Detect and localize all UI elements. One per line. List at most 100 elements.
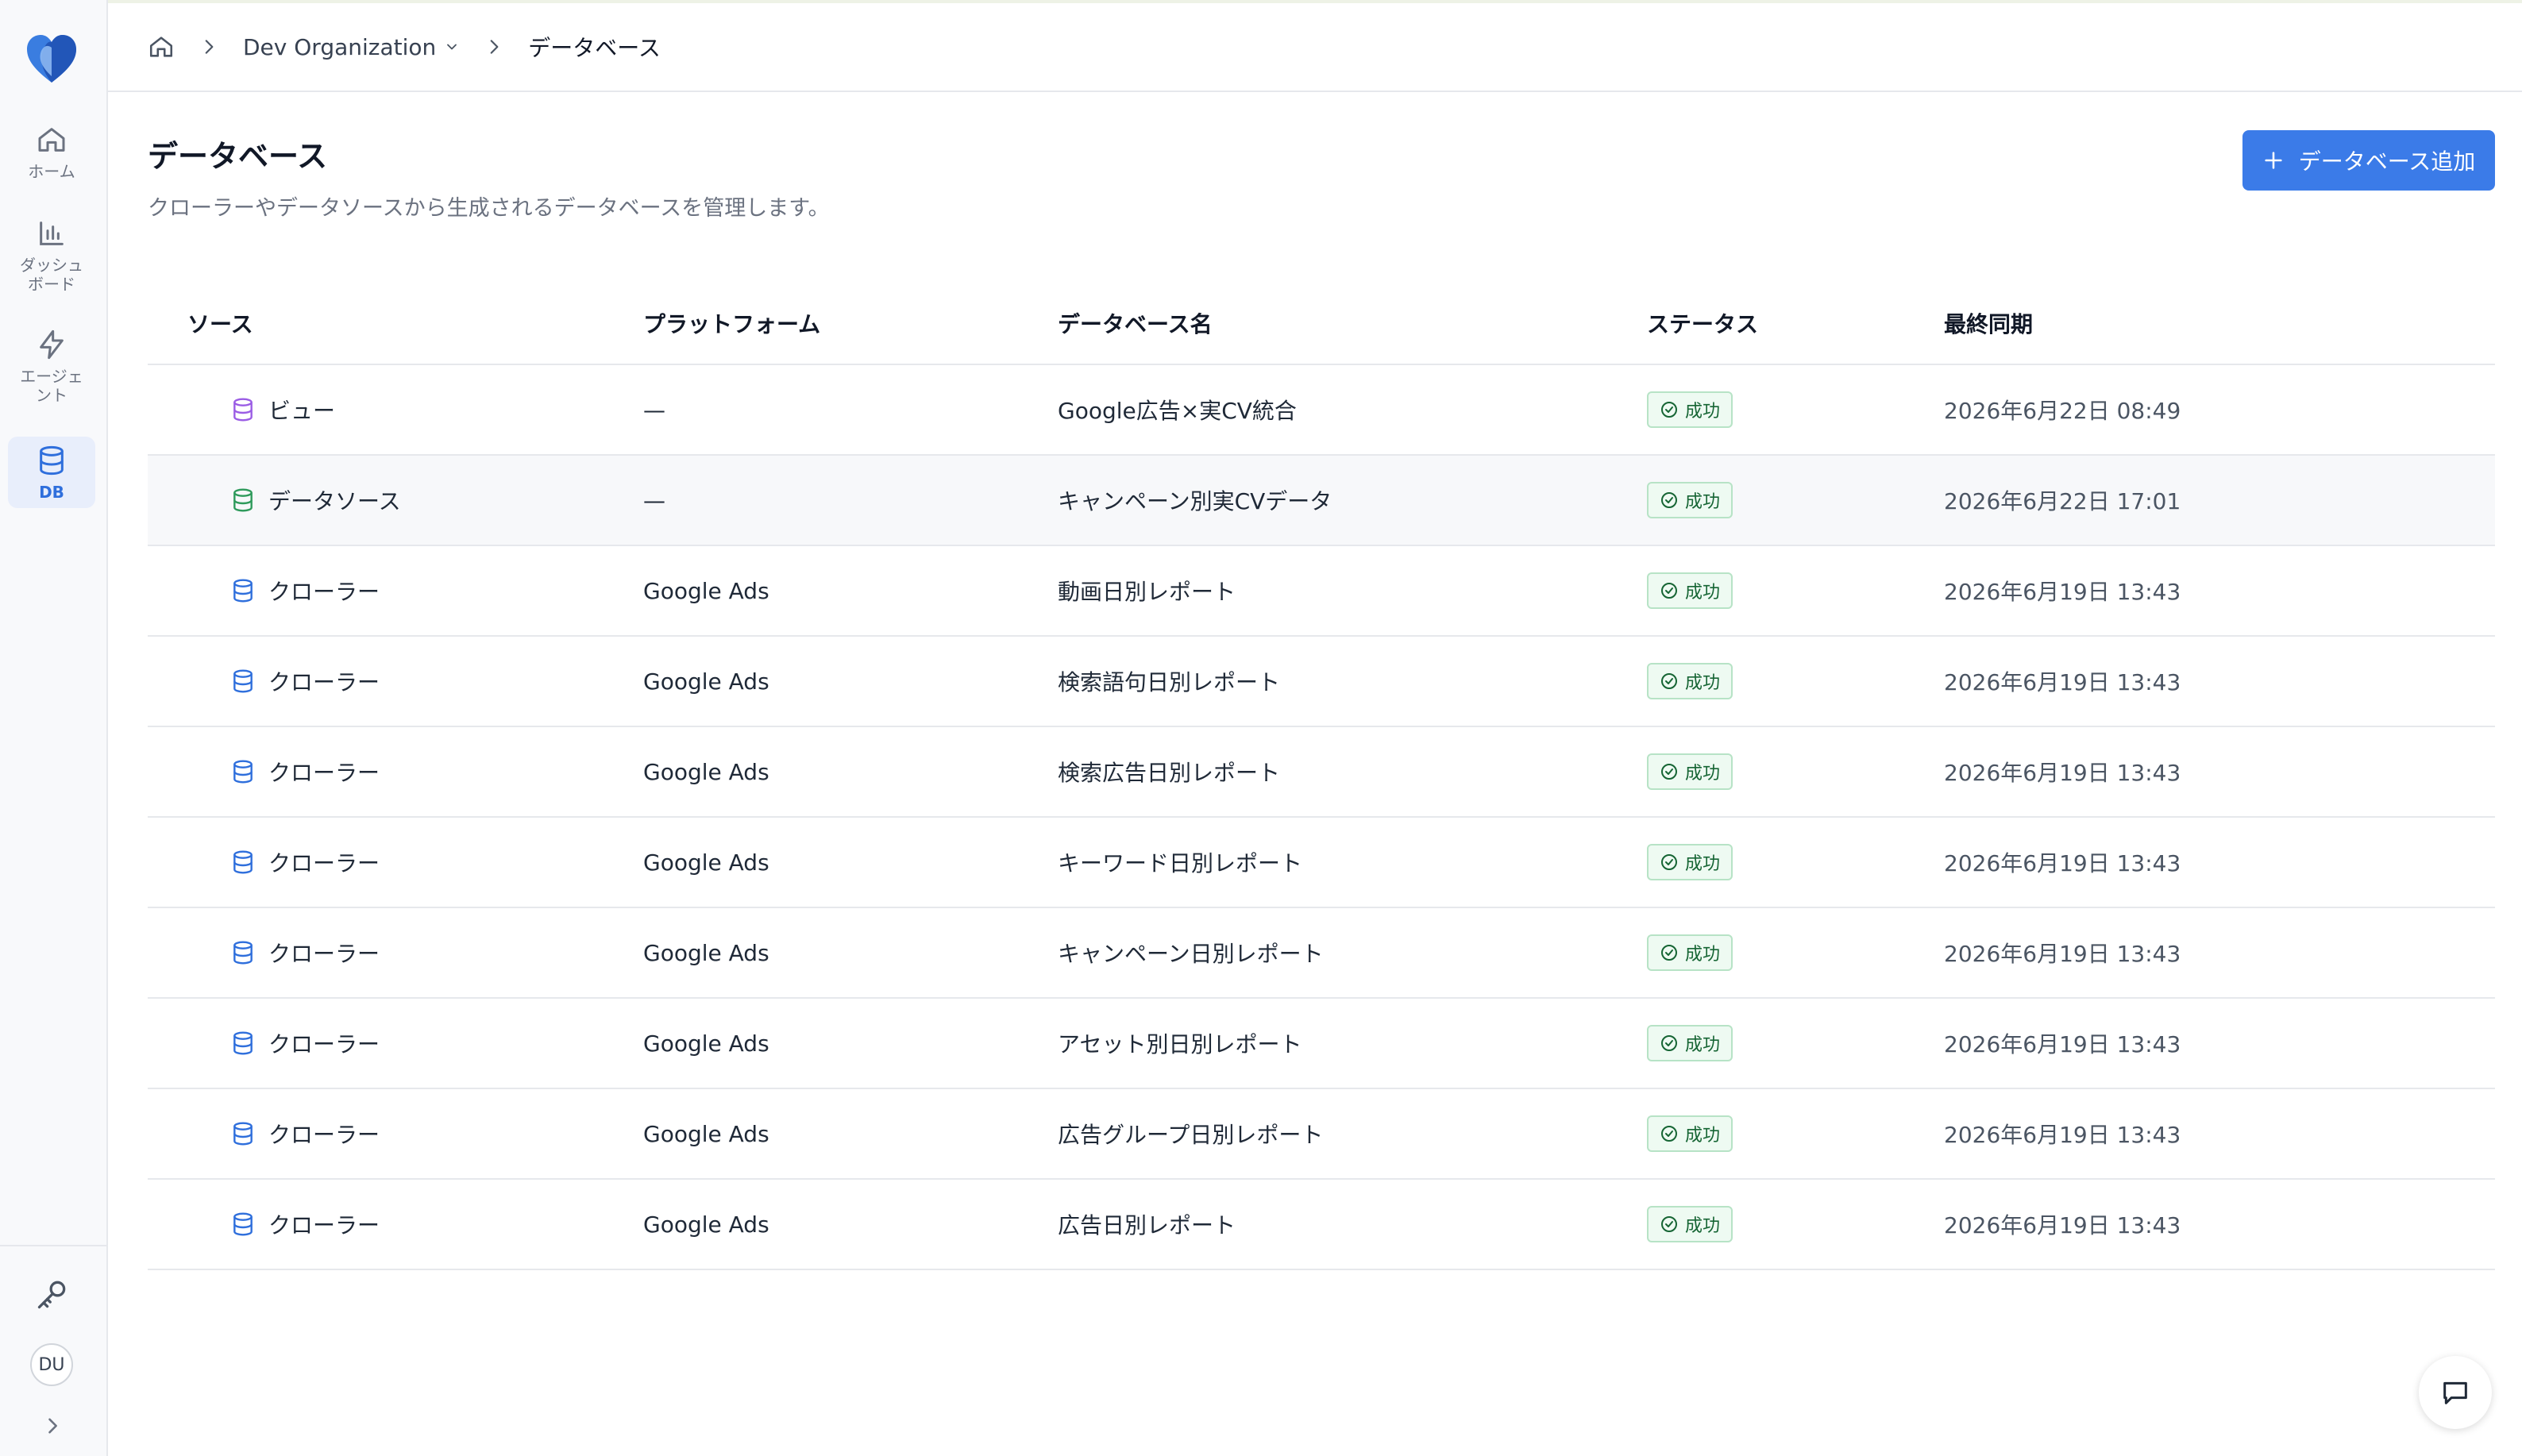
cell-source: データソース xyxy=(148,484,643,516)
key-icon[interactable] xyxy=(35,1277,70,1312)
table-row[interactable]: クローラー Google Ads 広告日別レポート 成功 2026年6月19日 … xyxy=(148,1180,2495,1270)
cell-source: クローラー xyxy=(148,846,643,878)
table-header: ソース プラットフォーム データベース名 ステータス 最終同期 xyxy=(148,283,2495,365)
column-header-database-name: データベース名 xyxy=(1058,311,1213,337)
nav-dashboard[interactable]: ダッシュ ボード xyxy=(8,218,95,297)
cell-database-name: 動画日別レポート xyxy=(1058,579,1236,605)
breadcrumb-org-dropdown[interactable]: Dev Organization xyxy=(243,34,460,60)
status-badge: 成功 xyxy=(1647,1206,1733,1242)
cell-database-name: 広告グループ日別レポート xyxy=(1058,1122,1324,1148)
breadcrumb-current: データベース xyxy=(528,35,661,61)
chevron-right-icon[interactable] xyxy=(41,1415,64,1437)
table-row[interactable]: クローラー Google Ads 広告グループ日別レポート 成功 2026年6月… xyxy=(148,1089,2495,1180)
home-icon xyxy=(38,128,65,152)
cell-last-sync: 2026年6月19日 13:43 xyxy=(1944,1212,2181,1238)
source-label: クローラー xyxy=(268,850,380,876)
status-badge: 成功 xyxy=(1647,1025,1733,1061)
home-icon[interactable] xyxy=(148,33,175,60)
database-icon xyxy=(233,1212,253,1236)
status-label: 成功 xyxy=(1685,673,1721,693)
table-row[interactable]: ビュー — Google広告×実CV統合 成功 2026年6月22日 08:49 xyxy=(148,365,2495,456)
table-row[interactable]: クローラー Google Ads アセット別日別レポート 成功 2026年6月1… xyxy=(148,999,2495,1089)
sidebar: ホーム ダッシュ ボード エージェ ント DB DU xyxy=(0,0,108,1456)
database-icon xyxy=(233,941,253,965)
bar-chart-icon xyxy=(40,221,64,245)
table-body: ビュー — Google広告×実CV統合 成功 2026年6月22日 08:49… xyxy=(148,365,2495,1270)
add-database-button-label: データベース追加 xyxy=(2298,148,2476,175)
add-database-button[interactable]: データベース追加 xyxy=(2242,130,2495,191)
chat-button[interactable] xyxy=(2419,1356,2492,1429)
cell-last-sync: 2026年6月19日 13:43 xyxy=(1944,1031,2181,1057)
nav-home-label: ホーム xyxy=(28,162,75,181)
column-header-status: ステータス xyxy=(1647,311,1759,337)
plus-icon xyxy=(2265,152,2282,169)
nav-agent[interactable]: エージェ ント xyxy=(8,329,95,408)
table-row[interactable]: データソース — キャンペーン別実CVデータ 成功 2026年6月22日 17:… xyxy=(148,456,2495,546)
cell-last-sync: 2026年6月22日 08:49 xyxy=(1944,398,2181,424)
source-label: クローラー xyxy=(268,1031,380,1057)
status-badge: 成功 xyxy=(1647,482,1733,518)
check-circle-icon xyxy=(1661,945,1677,961)
cell-last-sync: 2026年6月19日 13:43 xyxy=(1944,760,2181,786)
source-label: クローラー xyxy=(268,1122,380,1148)
cell-last-sync: 2026年6月19日 13:43 xyxy=(1944,669,2181,695)
source-label: クローラー xyxy=(268,760,380,786)
cell-database-name: アセット別日別レポート xyxy=(1058,1031,1302,1057)
cell-status: 成功 xyxy=(1647,1115,1944,1152)
check-circle-icon xyxy=(1661,583,1677,599)
cell-platform: — xyxy=(643,487,665,514)
column-header-last-sync: 最終同期 xyxy=(1944,311,2034,337)
user-avatar[interactable]: DU xyxy=(30,1343,73,1386)
nav-db[interactable]: DB xyxy=(8,437,95,508)
column-header-platform: プラットフォーム xyxy=(643,311,821,337)
status-label: 成功 xyxy=(1685,402,1721,422)
cell-last-sync: 2026年6月19日 13:43 xyxy=(1944,579,2181,605)
cell-status: 成功 xyxy=(1647,572,1944,609)
cell-platform: Google Ads xyxy=(643,577,769,604)
table-row[interactable]: クローラー Google Ads 動画日別レポート 成功 2026年6月19日 … xyxy=(148,546,2495,637)
cell-status: 成功 xyxy=(1647,753,1944,790)
cell-source: ビュー xyxy=(148,394,643,426)
cell-status: 成功 xyxy=(1647,844,1944,880)
cell-platform: Google Ads xyxy=(643,939,769,966)
chat-icon xyxy=(2443,1381,2467,1404)
status-badge: 成功 xyxy=(1647,753,1733,790)
app-logo[interactable] xyxy=(24,32,79,87)
source-label: クローラー xyxy=(268,1212,380,1238)
check-circle-icon xyxy=(1661,1216,1677,1232)
cell-platform: Google Ads xyxy=(643,849,769,876)
page-description: クローラーやデータソースから生成されるデータベースを管理します。 xyxy=(148,196,830,221)
status-label: 成功 xyxy=(1685,492,1721,512)
cell-platform: Google Ads xyxy=(643,668,769,695)
status-badge: 成功 xyxy=(1647,934,1733,971)
cell-last-sync: 2026年6月19日 13:43 xyxy=(1944,850,2181,876)
cell-source: クローラー xyxy=(148,937,643,969)
check-circle-icon xyxy=(1661,1126,1677,1142)
nav-home[interactable]: ホーム xyxy=(8,124,95,191)
status-label: 成功 xyxy=(1685,1035,1721,1055)
chevron-right-icon xyxy=(490,40,499,54)
database-icon xyxy=(40,445,64,476)
table-row[interactable]: クローラー Google Ads キャンペーン日別レポート 成功 2026年6月… xyxy=(148,908,2495,999)
table-row[interactable]: クローラー Google Ads キーワード日別レポート 成功 2026年6月1… xyxy=(148,818,2495,908)
cell-platform: Google Ads xyxy=(643,1030,769,1057)
cell-source: クローラー xyxy=(148,665,643,697)
database-icon xyxy=(233,850,253,874)
cell-status: 成功 xyxy=(1647,1025,1944,1061)
status-badge: 成功 xyxy=(1647,391,1733,428)
cell-database-name: 検索語句日別レポート xyxy=(1058,669,1281,695)
cell-source: クローラー xyxy=(148,756,643,788)
column-header-source: ソース xyxy=(187,311,253,337)
cell-source: クローラー xyxy=(148,1118,643,1150)
database-icon xyxy=(233,1122,253,1146)
cell-platform: Google Ads xyxy=(643,1120,769,1147)
cell-database-name: 広告日別レポート xyxy=(1058,1212,1236,1238)
table-row[interactable]: クローラー Google Ads 検索広告日別レポート 成功 2026年6月19… xyxy=(148,727,2495,818)
nav-agent-label: エージェ ント xyxy=(20,367,83,405)
table-row[interactable]: クローラー Google Ads 検索語句日別レポート 成功 2026年6月19… xyxy=(148,637,2495,727)
source-label: ビュー xyxy=(268,398,336,424)
cell-status: 成功 xyxy=(1647,482,1944,518)
check-circle-icon xyxy=(1661,1035,1677,1051)
cell-database-name: キーワード日別レポート xyxy=(1058,850,1303,876)
sidebar-divider xyxy=(0,1245,108,1246)
